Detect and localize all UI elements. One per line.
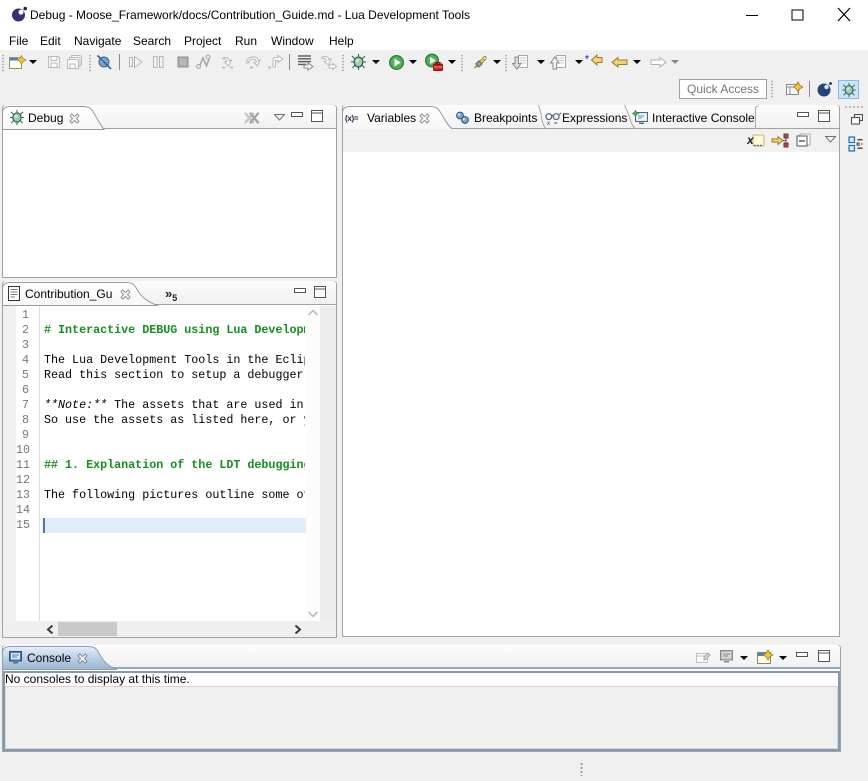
svg-text:x: x — [547, 121, 550, 126]
svg-text:=: = — [554, 121, 558, 126]
svg-text:*: * — [585, 54, 589, 65]
